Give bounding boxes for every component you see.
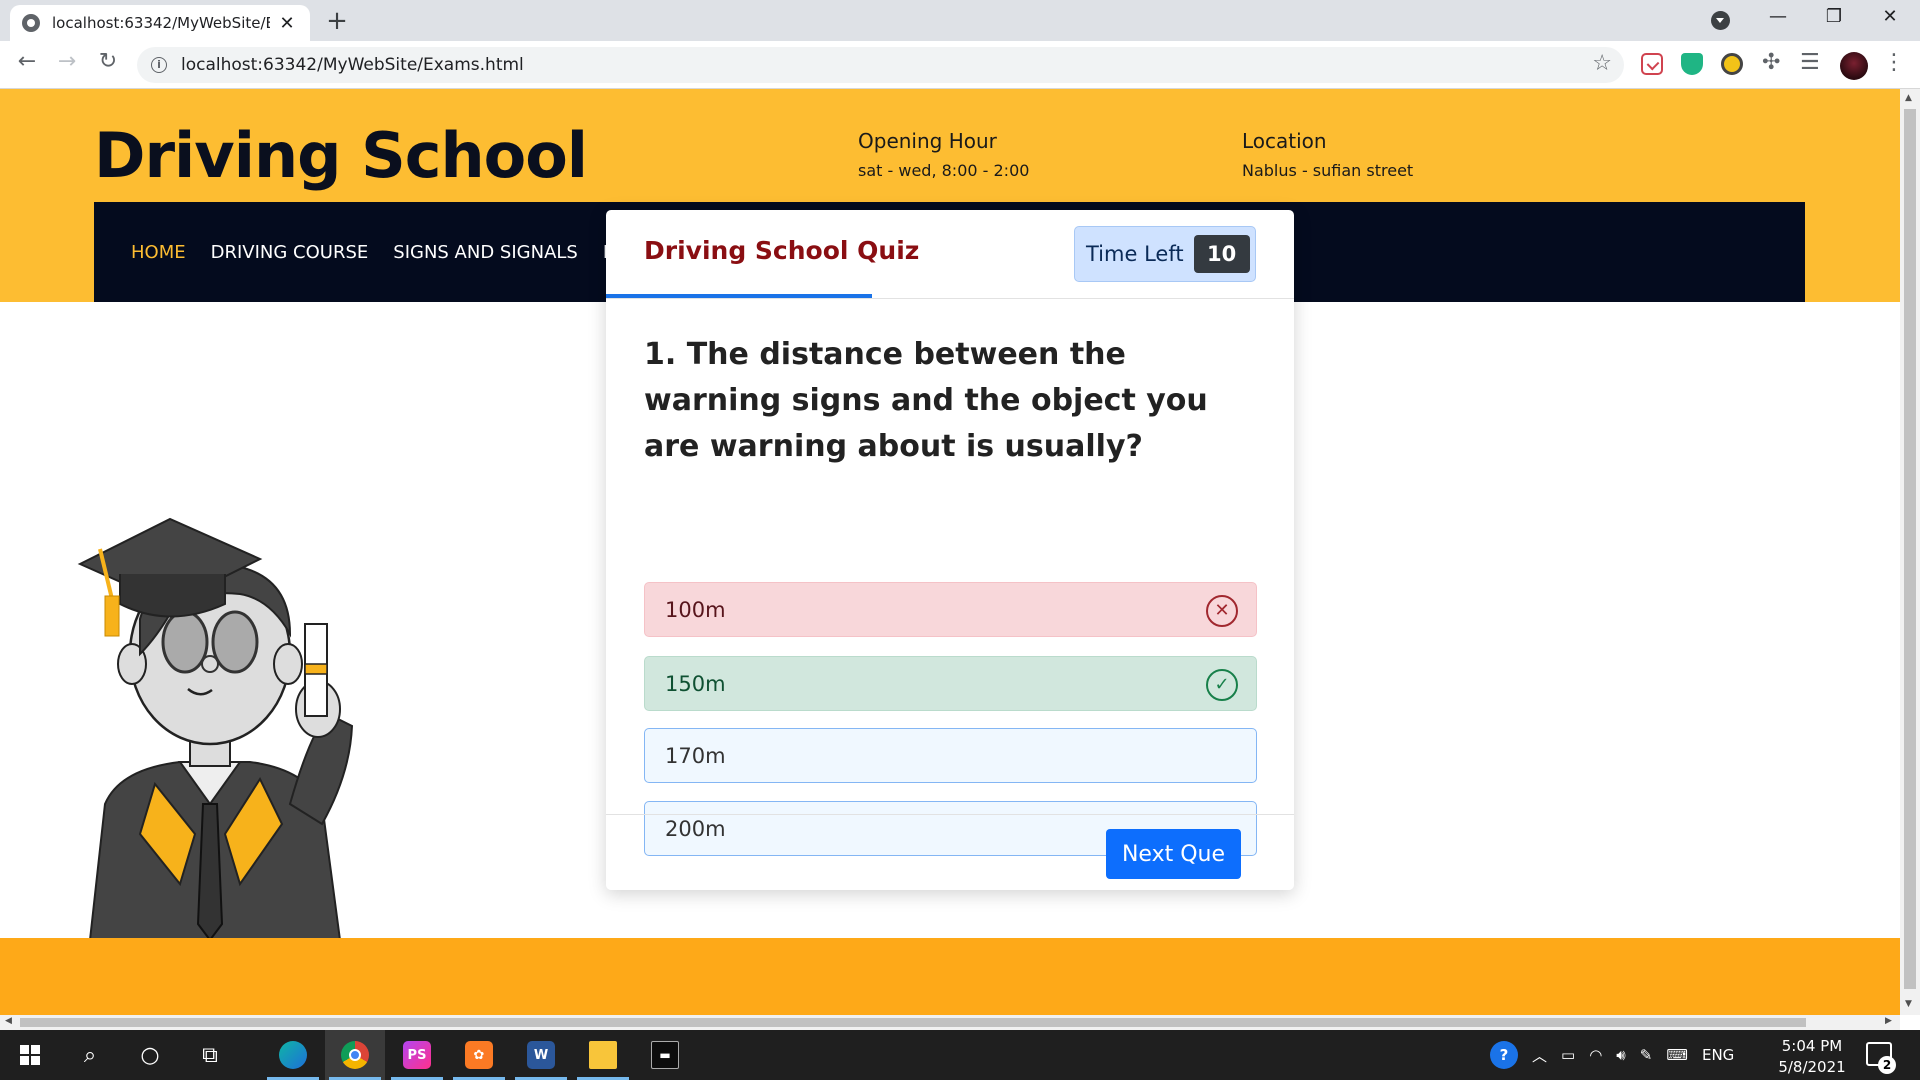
quiz-header: Driving School Quiz Time Left 10: [606, 210, 1294, 299]
pen-icon[interactable]: ✎: [1640, 1046, 1653, 1064]
volume-icon[interactable]: 🔊︎: [1616, 1046, 1625, 1064]
horizontal-scrollbar[interactable]: ◀ ▶: [0, 1015, 1900, 1030]
location-block: Location Nablus - sufian street: [1242, 129, 1413, 180]
browser-tab-strip: localhost:63342/MyWebSite/Exams.html ✕ +…: [0, 0, 1920, 41]
task-view-icon[interactable]: ⧉: [180, 1030, 240, 1080]
address-bar[interactable]: i localhost:63342/MyWebSite/Exams.html ☆: [137, 47, 1624, 83]
tab-title: localhost:63342/MyWebSite/Exams.html: [52, 14, 270, 32]
next-question-button[interactable]: Next Que: [1106, 829, 1241, 879]
help-icon[interactable]: ?: [1490, 1041, 1518, 1069]
reading-list-icon[interactable]: ☰: [1800, 50, 1822, 75]
url-text: localhost:63342/MyWebSite/Exams.html: [181, 55, 524, 75]
location-label: Location: [1242, 129, 1327, 153]
timer-box: Time Left 10: [1074, 226, 1256, 282]
file-explorer-icon[interactable]: [573, 1030, 633, 1080]
clock-time: 5:04 PM: [1781, 1037, 1843, 1055]
answer-option-label: 170m: [665, 743, 726, 768]
chrome-icon[interactable]: [325, 1030, 385, 1080]
battery-icon[interactable]: ▭: [1561, 1046, 1575, 1064]
answer-option-label: 150m: [665, 671, 726, 696]
coin-extension-icon[interactable]: [1721, 53, 1743, 75]
scroll-down-arrow-icon[interactable]: ▼: [1905, 999, 1912, 1009]
new-tab-button[interactable]: +: [324, 6, 350, 36]
horizontal-scroll-thumb[interactable]: [20, 1018, 1806, 1027]
answer-option-3[interactable]: 170m: [644, 728, 1257, 783]
windows-taskbar: ⌕ ○ ⧉ PS ✿ W ▬ ? ︿ ▭ ◠ 🔊︎ ✎ ⌨ ENG 5:04 P…: [0, 1030, 1920, 1080]
word-icon[interactable]: W: [511, 1030, 571, 1080]
opening-hour-value: sat - wed, 8:00 - 2:00: [858, 161, 1030, 180]
graduate-illustration: [77, 517, 354, 940]
start-icon[interactable]: [0, 1030, 60, 1080]
back-arrow-icon[interactable]: ←: [12, 49, 42, 74]
chevron-up-icon[interactable]: ︿: [1532, 1045, 1547, 1066]
quiz-title: Driving School Quiz: [644, 236, 920, 265]
answer-option-1[interactable]: 100m ✕: [644, 582, 1257, 637]
timer-label: Time Left: [1086, 242, 1184, 266]
vertical-scrollbar[interactable]: ▲ ▼: [1900, 89, 1920, 1015]
page-viewport: Driving School Opening Hour sat - wed, 8…: [0, 89, 1900, 1015]
scroll-left-arrow-icon[interactable]: ◀: [5, 1016, 12, 1026]
shield-extension-icon[interactable]: [1681, 53, 1703, 75]
location-value: Nablus - sufian street: [1242, 161, 1414, 180]
nav-driving-course[interactable]: DRIVING COURSE: [211, 242, 369, 263]
answer-option-2[interactable]: 150m ✓: [644, 656, 1257, 711]
minimize-button[interactable]: —: [1763, 6, 1793, 27]
vertical-scroll-thumb[interactable]: [1904, 109, 1916, 989]
timer-value: 10: [1193, 235, 1250, 273]
check-circle-icon: ✓: [1206, 669, 1238, 701]
quiz-modal: Driving School Quiz Time Left 10 1. The …: [606, 210, 1294, 890]
forward-arrow-icon[interactable]: →: [52, 49, 82, 74]
nav-home[interactable]: HOME: [131, 242, 186, 263]
question-text: 1. The distance between the warning sign…: [644, 337, 1208, 464]
clock[interactable]: 5:04 PM 5/8/2021: [1776, 1036, 1848, 1078]
cortana-icon[interactable]: ○: [120, 1030, 180, 1080]
quiz-title-underline: [606, 294, 872, 298]
x-circle-icon: ✕: [1206, 595, 1238, 627]
browser-menu-icon[interactable]: ⋮: [1883, 50, 1905, 75]
language-indicator[interactable]: ENG: [1702, 1046, 1734, 1064]
answer-option-label: 200m: [665, 816, 726, 841]
reload-icon[interactable]: ↻: [93, 49, 123, 74]
profile-avatar[interactable]: [1840, 52, 1868, 80]
phpstorm-icon[interactable]: PS: [387, 1030, 447, 1080]
answer-option-label: 100m: [665, 597, 726, 622]
quiz-footer-line: [606, 814, 1294, 815]
restore-button[interactable]: ❐: [1819, 6, 1849, 27]
bookmark-star-icon[interactable]: ☆: [1592, 51, 1612, 76]
system-tray: ? ︿ ▭ ◠ 🔊︎ ✎ ⌨ ENG: [1490, 1030, 1734, 1080]
footer-band: [0, 938, 1900, 1015]
notification-count-badge: 2: [1878, 1056, 1896, 1074]
clock-date: 5/8/2021: [1778, 1058, 1846, 1076]
site-title: Driving School: [94, 119, 588, 192]
wifi-icon[interactable]: ◠: [1589, 1046, 1602, 1064]
browser-toolbar: ← → ↻ i localhost:63342/MyWebSite/Exams.…: [0, 41, 1920, 89]
nav-signs-and-signals[interactable]: SIGNS AND SIGNALS: [393, 242, 578, 263]
scroll-up-arrow-icon[interactable]: ▲: [1905, 93, 1912, 103]
opening-hour-label: Opening Hour: [858, 129, 997, 153]
site-info-icon[interactable]: i: [151, 57, 167, 73]
close-window-button[interactable]: ✕: [1875, 6, 1905, 27]
browser-tab[interactable]: localhost:63342/MyWebSite/Exams.html ✕: [10, 5, 310, 41]
scroll-right-arrow-icon[interactable]: ▶: [1885, 1016, 1892, 1026]
edge-icon[interactable]: [263, 1030, 323, 1080]
tab-close-icon[interactable]: ✕: [276, 13, 298, 34]
globe-icon: [22, 14, 40, 32]
extensions-puzzle-icon[interactable]: ✣: [1762, 50, 1784, 75]
search-icon[interactable]: ⌕: [60, 1030, 120, 1080]
tab-search-icon[interactable]: [1711, 11, 1730, 30]
opening-hour-block: Opening Hour sat - wed, 8:00 - 2:00: [858, 129, 1029, 180]
xampp-icon[interactable]: ✿: [449, 1030, 509, 1080]
pocket-extension-icon[interactable]: [1641, 53, 1663, 75]
keyboard-icon[interactable]: ⌨: [1666, 1046, 1688, 1064]
terminal-icon[interactable]: ▬: [635, 1030, 695, 1080]
